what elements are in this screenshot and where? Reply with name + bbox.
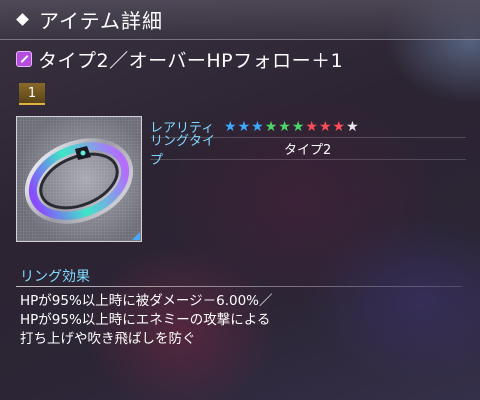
header-bar: アイテム詳細 [0, 0, 480, 40]
rarity-star-icon: ★ [251, 118, 264, 135]
item-detail-panel: アイテム詳細 タイプ2／オーバーHPフォロー＋1 1 レアリティ ★ ★ ★ ★… [0, 0, 480, 400]
ring-type-icon [16, 51, 32, 67]
rarity-star-icon: ★ [291, 118, 305, 135]
ring-type-label: リングタイプ [150, 133, 216, 168]
rarity-star-icon: ★ [278, 118, 291, 135]
rarity-star-icon: ★ [264, 118, 278, 135]
ring-icon [24, 138, 134, 224]
effect-divider [16, 286, 462, 287]
rarity-star-icon: ★ [346, 118, 359, 135]
ring-type-row: リングタイプ タイプ2 [150, 134, 466, 168]
rarity-star-icon: ★ [332, 118, 346, 135]
ring-type-value: タイプ2 [284, 143, 332, 158]
corner-marker [132, 232, 140, 240]
item-stats: レアリティ ★ ★ ★ ★ ★ ★ ★ ★ ★ ★ リングタイプ タイプ2 [150, 116, 466, 168]
rarity-star-icon: ★ [237, 118, 251, 135]
rarity-star-icon: ★ [305, 118, 318, 135]
effect-text: HPが95%以上時に被ダメージ－6.00%／ HPが95%以上時にエネミーの攻撃… [20, 293, 273, 347]
item-image [16, 116, 142, 242]
rarity-star-icon: ★ [318, 118, 332, 135]
item-name-row: タイプ2／オーバーHPフォロー＋1 [16, 46, 343, 72]
item-name: タイプ2／オーバーHPフォロー＋1 [38, 49, 344, 72]
rarity-stars: ★ ★ ★ ★ ★ ★ ★ ★ ★ ★ [224, 120, 359, 134]
item-count: 1 [27, 85, 37, 101]
diamond-icon [16, 13, 29, 26]
page-title: アイテム詳細 [39, 9, 163, 33]
effect-title: リング効果 [20, 269, 90, 285]
item-count-badge: 1 [19, 83, 45, 105]
